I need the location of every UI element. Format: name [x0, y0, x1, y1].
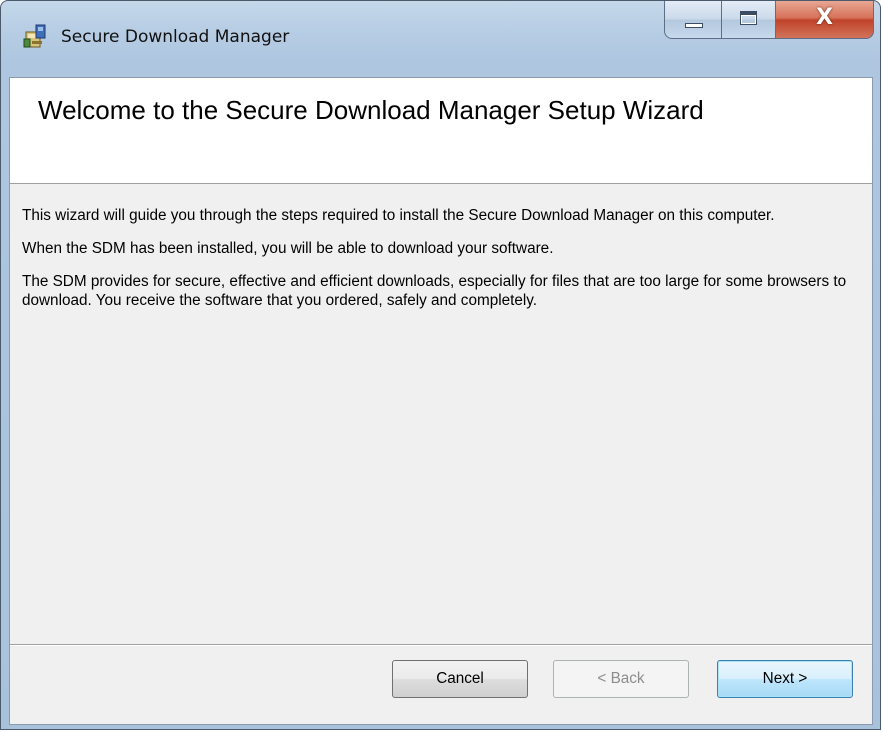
close-icon: X: [816, 5, 833, 30]
installer-window: Secure Download Manager X Welcome to the…: [0, 0, 881, 730]
title-bar[interactable]: Secure Download Manager X: [1, 1, 880, 77]
description-paragraph: The SDM provides for secure, effective a…: [22, 273, 847, 309]
page-title: Welcome to the Secure Download Manager S…: [38, 95, 704, 125]
minimize-icon: [685, 23, 703, 28]
installer-icon[interactable]: [23, 23, 49, 49]
wizard-banner: Welcome to the Secure Download Manager S…: [10, 78, 872, 184]
caption-buttons: X: [664, 1, 874, 41]
maximize-button[interactable]: [722, 1, 776, 39]
back-button[interactable]: < Back: [553, 660, 689, 698]
description-paragraph: When the SDM has been installed, you wil…: [22, 240, 554, 257]
window-title: Secure Download Manager: [61, 27, 290, 47]
minimize-button[interactable]: [664, 1, 722, 39]
next-button[interactable]: Next >: [717, 660, 853, 698]
maximize-icon: [740, 11, 757, 25]
description-paragraph: This wizard will guide you through the s…: [22, 207, 775, 224]
wizard-client-area: Welcome to the Secure Download Manager S…: [9, 77, 873, 725]
cancel-button[interactable]: Cancel: [392, 660, 528, 698]
wizard-description: This wizard will guide you through the s…: [22, 206, 862, 324]
close-button[interactable]: X: [776, 1, 874, 39]
footer-divider: [10, 644, 872, 646]
